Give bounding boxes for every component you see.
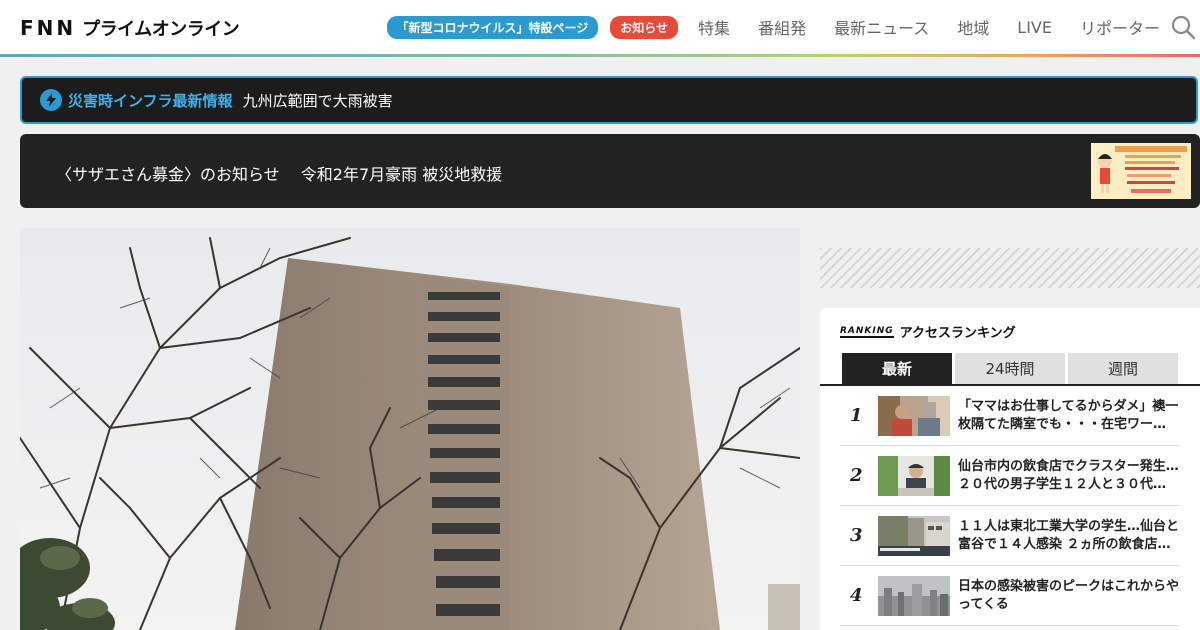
alert-text: 九州広範囲で大雨被害 bbox=[242, 91, 393, 110]
access-ranking-panel: RANKING アクセスランキング 最新 24時間 週間 1 「ママはお仕事して… bbox=[820, 308, 1200, 630]
bolt-icon bbox=[40, 89, 62, 111]
rank-number: 1 bbox=[850, 405, 863, 426]
hero-news-image[interactable] bbox=[20, 228, 800, 630]
ranking-item[interactable]: 4 日本の感染被害のピークはこれからやってくる bbox=[840, 566, 1180, 626]
notice-link[interactable]: お知らせ bbox=[610, 15, 679, 39]
article-title: 仙台市内の飲食店でクラスター発生…２０代の男子学生１２人と３０代… bbox=[958, 458, 1179, 492]
tab-24h[interactable]: 24時間 bbox=[955, 353, 1065, 384]
article-thumbnail bbox=[878, 575, 950, 616]
fundraising-banner[interactable]: 〈サザエさん募金〉のお知らせ 令和2年7月豪雨 被災地救援 bbox=[20, 134, 1200, 208]
nav-feature[interactable]: 特集 bbox=[698, 15, 730, 39]
nav-region[interactable]: 地域 bbox=[957, 15, 989, 39]
logo-text: プライムオンライン bbox=[82, 19, 240, 40]
main-nav: 「新型コロナウイルス」特設ページ お知らせ 特集 番組発 最新ニュース 地域 L… bbox=[386, 0, 1200, 54]
tab-weekly[interactable]: 週間 bbox=[1068, 353, 1178, 384]
logo-fnn: FNN bbox=[20, 16, 77, 40]
nav-latest-news[interactable]: 最新ニュース bbox=[834, 15, 929, 39]
header-gradient-line bbox=[0, 54, 1200, 57]
site-header: FNN プライムオンライン 「新型コロナウイルス」特設ページ お知らせ 特集 番… bbox=[0, 0, 1200, 54]
search-icon[interactable] bbox=[1170, 14, 1196, 40]
disaster-alert-bar[interactable]: 災害時インフラ最新情報 九州広範囲で大雨被害 bbox=[20, 76, 1198, 124]
nav-reporter[interactable]: リポーター bbox=[1080, 15, 1160, 39]
banner-text: 〈サザエさん募金〉のお知らせ 令和2年7月豪雨 被災地救援 bbox=[56, 165, 503, 184]
rank-number: 2 bbox=[850, 465, 863, 486]
tab-latest[interactable]: 最新 bbox=[842, 353, 952, 384]
ranking-tabs: 最新 24時間 週間 bbox=[842, 353, 1181, 384]
article-thumbnail bbox=[878, 395, 950, 436]
article-thumbnail bbox=[878, 455, 950, 496]
ranking-logo: RANKING bbox=[840, 325, 894, 338]
nav-programs[interactable]: 番組発 bbox=[758, 15, 806, 39]
ranking-header: RANKING アクセスランキング bbox=[840, 322, 1016, 341]
ranking-item[interactable]: 2 仙台市内の飲食店でクラスター発生…２０代の男子学生１２人と３０代… bbox=[840, 446, 1180, 506]
ranking-list: 1 「ママはお仕事してるからダメ」襖一枚隔てた隣室でも・・・在宅ワー… 2 仙台… bbox=[840, 386, 1180, 626]
banner-thumbnail bbox=[1091, 143, 1191, 199]
ad-placeholder bbox=[820, 248, 1200, 288]
ranking-item[interactable]: 3 １１人は東北工業大学の学生…仙台と富谷で１４人感染 ２ヵ所の飲食店… bbox=[840, 506, 1180, 566]
ranking-item[interactable]: 1 「ママはお仕事してるからダメ」襖一枚隔てた隣室でも・・・在宅ワー… bbox=[840, 386, 1180, 446]
rank-number: 3 bbox=[850, 525, 863, 546]
corona-special-link[interactable]: 「新型コロナウイルス」特設ページ bbox=[386, 15, 599, 39]
article-title: 「ママはお仕事してるからダメ」襖一枚隔てた隣室でも・・・在宅ワー… bbox=[958, 398, 1179, 432]
article-title: 日本の感染被害のピークはこれからやってくる bbox=[958, 578, 1180, 612]
rank-number: 4 bbox=[850, 585, 863, 606]
article-thumbnail bbox=[878, 515, 950, 556]
article-title: １１人は東北工業大学の学生…仙台と富谷で１４人感染 ２ヵ所の飲食店… bbox=[958, 518, 1180, 552]
nav-live[interactable]: LIVE bbox=[1017, 18, 1052, 37]
ranking-title: アクセスランキング bbox=[899, 326, 1016, 341]
alert-label: 災害時インフラ最新情報 bbox=[68, 91, 233, 110]
site-logo[interactable]: FNN プライムオンライン bbox=[20, 16, 240, 40]
